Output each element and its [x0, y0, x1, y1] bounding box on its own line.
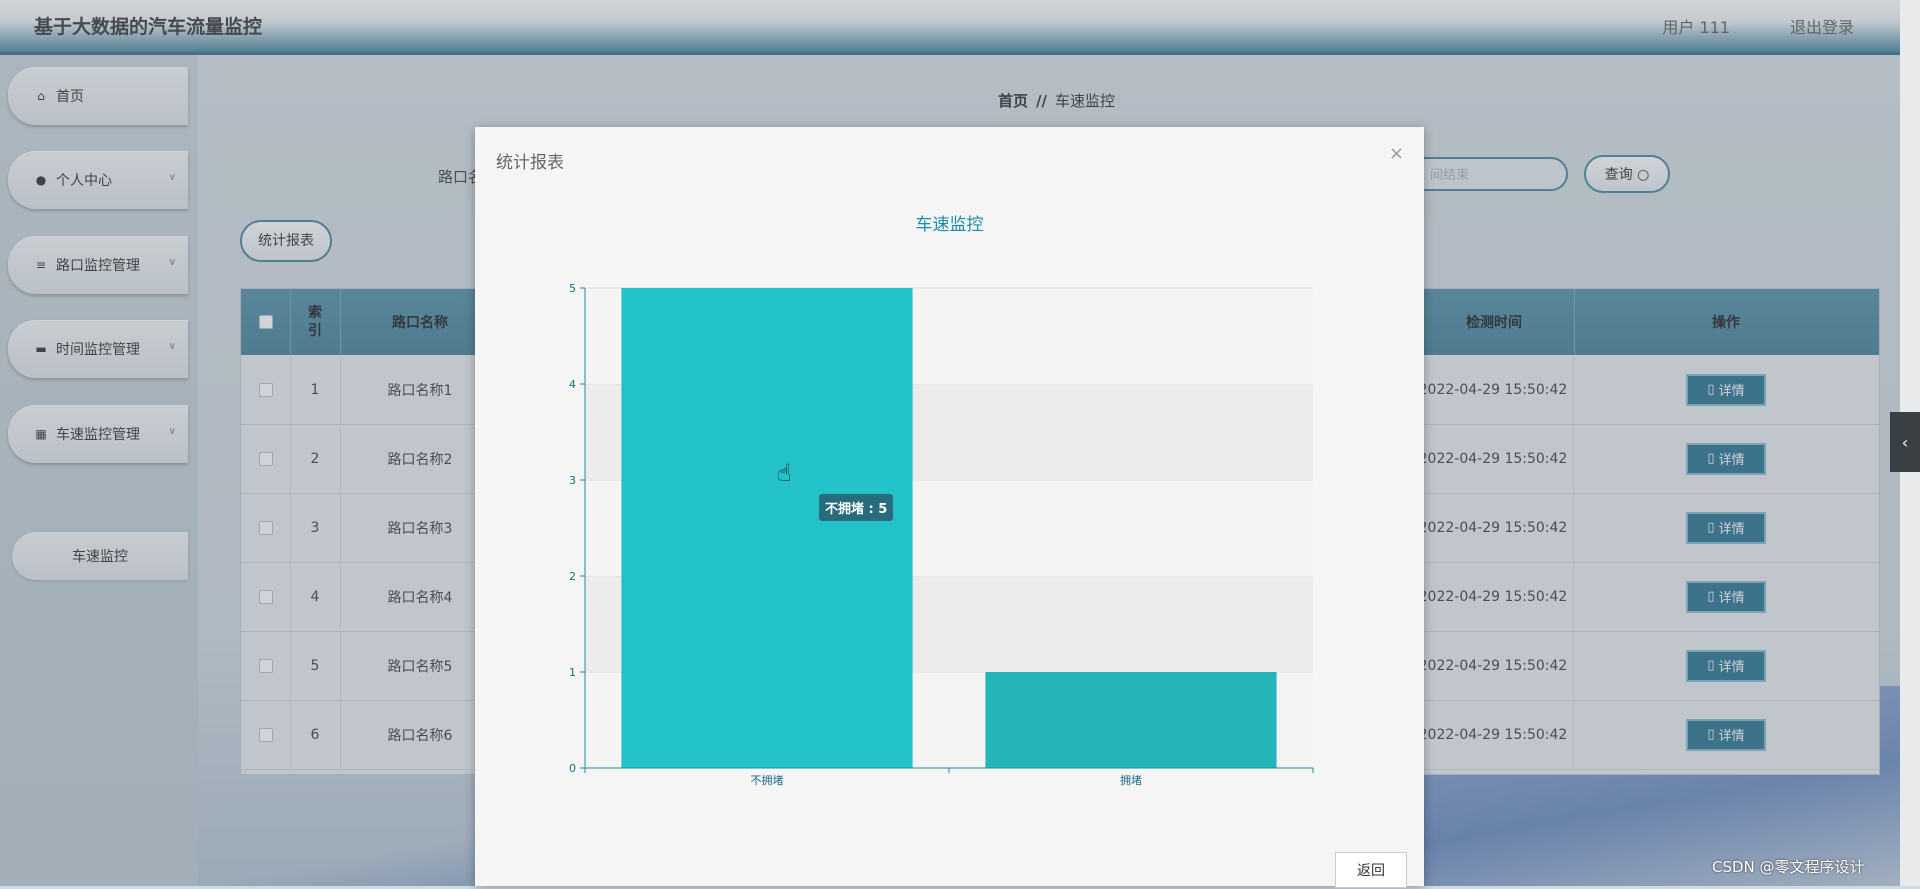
y-tick-label: 1	[569, 666, 576, 679]
watermark: CSDN @零文程序设计	[1712, 858, 1865, 876]
back-button[interactable]: 返回	[1335, 852, 1407, 888]
y-tick-label: 4	[569, 378, 576, 391]
x-tick-label: 不拥堵	[751, 773, 784, 787]
y-tick-label: 5	[569, 282, 576, 295]
chart-title: 车速监控	[915, 215, 984, 235]
hand-cursor-icon: ☝	[777, 459, 792, 487]
bar	[985, 672, 1277, 768]
y-tick-label: 0	[569, 762, 576, 775]
dialog-title: 统计报表	[496, 153, 564, 173]
y-tick-label: 2	[569, 570, 576, 583]
report-dialog: 统计报表 × 车速监控 0 1 2 3 4 5 不拥堵 拥堵 不拥堵 : 5 ☝ 返回	[475, 127, 1424, 888]
close-icon[interactable]: ×	[1389, 143, 1404, 164]
bar-chart: 0 1 2 3 4 5 不拥堵 拥堵	[569, 282, 1314, 787]
side-panel-toggle[interactable]: ‹	[1890, 412, 1920, 472]
x-tick-label: 拥堵	[1120, 773, 1142, 787]
y-tick-label: 3	[569, 474, 576, 487]
chart-tooltip: 不拥堵 : 5	[819, 494, 894, 521]
bar	[621, 288, 913, 768]
chevron-left-icon: ‹	[1901, 432, 1909, 452]
